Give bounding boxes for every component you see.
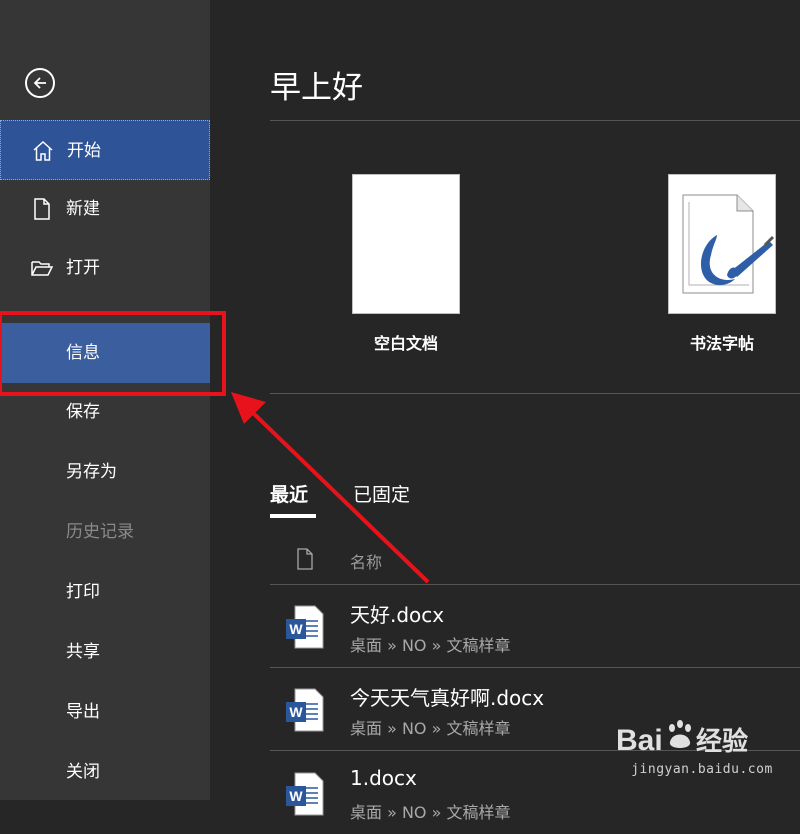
file-path: 桌面 » NO » 文稿样章	[350, 803, 511, 822]
sidebar-item-label: 打印	[66, 582, 100, 602]
sidebar-item-label: 开始	[67, 141, 101, 161]
sidebar-item-label: 导出	[66, 702, 100, 722]
divider	[270, 393, 800, 394]
svg-text:W: W	[289, 788, 303, 804]
file-path: 桌面 » NO » 文稿样章	[350, 636, 511, 655]
template-blank-document[interactable]: 空白文档	[352, 174, 460, 353]
template-label: 书法字帖	[689, 334, 754, 353]
sidebar-item-print[interactable]: 打印	[0, 562, 210, 622]
sidebar: 开始 新建 打开 信息 保存 另存为 历史记录 打印 共享 导出 关闭	[0, 0, 210, 800]
template-thumbnail	[668, 174, 776, 314]
file-column-icon	[297, 548, 313, 570]
sidebar-item-label: 另存为	[66, 462, 117, 482]
word-file-icon: W	[286, 605, 324, 649]
sidebar-item-label: 共享	[66, 642, 100, 662]
sidebar-item-share[interactable]: 共享	[0, 622, 210, 682]
recent-file-row[interactable]: W 1.docx 桌面 » NO » 文稿样章	[270, 752, 800, 834]
file-name: 天好.docx	[350, 603, 445, 627]
back-arrow-icon	[33, 77, 46, 89]
divider	[270, 120, 800, 121]
word-file-icon: W	[286, 688, 324, 732]
sidebar-item-new[interactable]: 新建	[0, 179, 210, 239]
recent-file-row[interactable]: W 天好.docx 桌面 » NO » 文稿样章	[270, 585, 800, 667]
template-calligraphy[interactable]: 书法字帖	[668, 174, 776, 353]
svg-text:W: W	[289, 704, 303, 720]
sidebar-item-label: 信息	[66, 343, 100, 363]
template-label: 空白文档	[373, 334, 438, 353]
home-icon	[33, 140, 53, 161]
sidebar-item-export[interactable]: 导出	[0, 682, 210, 742]
sidebar-item-label: 打开	[66, 258, 100, 278]
tab-recent[interactable]: 最近	[270, 480, 308, 507]
sidebar-item-label: 关闭	[66, 762, 100, 782]
sidebar-item-home[interactable]: 开始	[0, 120, 210, 180]
new-document-icon	[34, 198, 50, 220]
file-name: 今天天气真好啊.docx	[350, 686, 545, 710]
word-file-icon: W	[286, 772, 324, 816]
calligraphy-brush-icon	[682, 194, 775, 294]
divider	[270, 750, 800, 751]
tab-pinned[interactable]: 已固定	[353, 480, 410, 507]
column-header-name[interactable]: 名称	[350, 549, 382, 573]
svg-text:W: W	[289, 621, 303, 637]
sidebar-item-info[interactable]: 信息	[0, 323, 210, 383]
word-backstage: 开始 新建 打开 信息 保存 另存为 历史记录 打印 共享 导出 关闭 早上好 …	[0, 0, 800, 822]
sidebar-item-save-as[interactable]: 另存为	[0, 442, 210, 502]
sidebar-item-close[interactable]: 关闭	[0, 742, 210, 802]
open-folder-icon	[31, 261, 54, 276]
sidebar-item-label: 新建	[66, 199, 100, 219]
sidebar-item-label: 保存	[66, 402, 100, 422]
sidebar-item-open[interactable]: 打开	[0, 238, 210, 298]
sidebar-item-history[interactable]: 历史记录	[0, 502, 210, 562]
sidebar-item-save[interactable]: 保存	[0, 382, 210, 442]
template-thumbnail	[352, 174, 460, 314]
sidebar-item-label: 历史记录	[66, 522, 134, 542]
file-path: 桌面 » NO » 文稿样章	[350, 719, 511, 738]
tab-underline	[270, 514, 316, 518]
greeting-title: 早上好	[270, 70, 363, 106]
recent-file-row[interactable]: W 今天天气真好啊.docx 桌面 » NO » 文稿样章	[270, 668, 800, 750]
file-name: 1.docx	[350, 766, 417, 790]
back-button[interactable]	[25, 68, 55, 98]
